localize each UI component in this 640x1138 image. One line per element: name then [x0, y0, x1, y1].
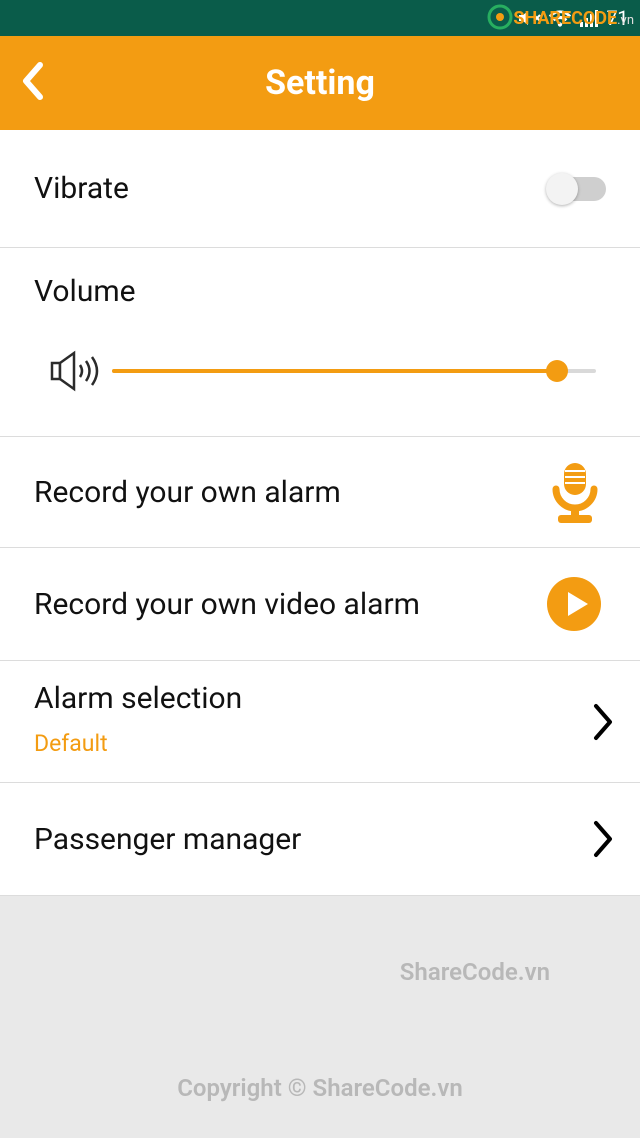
back-button[interactable] — [18, 59, 46, 107]
slider-thumb — [546, 360, 568, 382]
volume-slider[interactable] — [112, 361, 596, 381]
alarm-selection-value: Default — [34, 730, 606, 757]
volume-label: Volume — [34, 274, 606, 309]
settings-list: Vibrate Volume Record your own alarm — [0, 130, 640, 896]
wifi-icon — [547, 7, 573, 29]
play-icon — [546, 576, 602, 632]
chevron-left-icon — [18, 59, 46, 103]
battery-percentage: 71 — [607, 6, 628, 30]
app-bar: Setting — [0, 36, 640, 130]
record-audio-label: Record your own alarm — [34, 475, 546, 510]
chevron-right-icon — [592, 819, 616, 859]
watermark-bottom: Copyright © ShareCode.vn — [0, 1074, 640, 1102]
status-bar: 71 — [0, 0, 640, 36]
toggle-knob — [546, 173, 578, 205]
setting-row-vibrate: Vibrate — [0, 130, 640, 248]
slider-fill — [112, 369, 557, 373]
chevron-right-icon — [592, 702, 616, 742]
record-video-label: Record your own video alarm — [34, 587, 546, 622]
vibrate-label: Vibrate — [34, 171, 548, 206]
setting-row-alarm-selection[interactable]: Alarm selection Default — [0, 661, 640, 783]
setting-row-passenger-manager[interactable]: Passenger manager — [0, 783, 640, 896]
signal-icon — [579, 8, 601, 28]
alarm-selection-label: Alarm selection — [34, 681, 606, 716]
watermark-mid: ShareCode.vn — [400, 958, 550, 986]
setting-row-record-video[interactable]: Record your own video alarm — [0, 548, 640, 661]
microphone-icon — [546, 459, 604, 525]
passenger-label: Passenger manager — [34, 822, 606, 857]
vibrate-toggle[interactable] — [548, 177, 606, 201]
setting-row-volume: Volume — [0, 248, 640, 437]
page-title: Setting — [0, 63, 640, 103]
setting-row-record-audio[interactable]: Record your own alarm — [0, 437, 640, 548]
speaker-icon — [48, 347, 104, 395]
mute-icon — [517, 6, 541, 30]
